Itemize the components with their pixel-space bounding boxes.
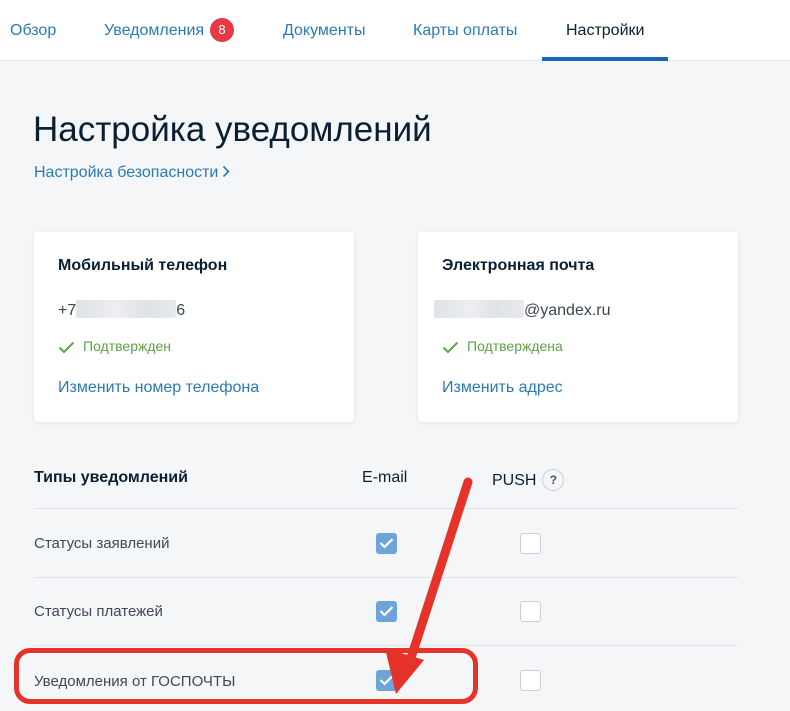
tab-notifications[interactable]: Уведомления 8 xyxy=(104,0,235,61)
redacted-email xyxy=(434,300,524,318)
tab-overview-label: Обзор xyxy=(10,22,57,39)
header-notification-types: Типы уведомлений xyxy=(34,469,188,486)
email-card: Электронная почта @yandex.ru Подтвержден… xyxy=(418,232,738,422)
header-email: E-mail xyxy=(362,469,408,486)
redacted-phone xyxy=(76,300,177,318)
tab-settings-label: Настройки xyxy=(566,22,645,39)
checkbox-email-payment-status[interactable] xyxy=(376,601,397,622)
question-icon[interactable]: ? xyxy=(542,469,565,491)
email-status: Подтверждена xyxy=(442,338,563,354)
header-push-label: PUSH xyxy=(492,472,537,489)
email-status-text: Подтверждена xyxy=(467,338,563,354)
top-navigation: Обзор Уведомления 8 Документы Карты оплат… xyxy=(0,0,790,61)
checkbox-push-gospochta[interactable] xyxy=(520,670,541,691)
checkbox-email-application-status[interactable] xyxy=(376,533,397,554)
change-phone-link[interactable]: Изменить номер телефона xyxy=(58,379,259,397)
email-suffix: @yandex.ru xyxy=(524,302,611,319)
tab-payment-cards-label: Карты оплаты xyxy=(413,22,518,39)
tab-documents[interactable]: Документы xyxy=(283,0,365,61)
phone-prefix: +7 xyxy=(58,302,77,319)
row-label-payment-status: Статусы платежей xyxy=(34,603,163,620)
security-settings-link[interactable]: Настройка безопасности xyxy=(34,164,230,182)
annotation-highlight xyxy=(14,648,478,704)
phone-number: +7 6 xyxy=(58,300,185,320)
row-divider xyxy=(34,577,738,578)
checkmark-icon xyxy=(379,606,394,617)
email-address: @yandex.ru xyxy=(434,300,611,320)
notifications-count-badge: 8 xyxy=(210,18,235,42)
active-tab-indicator xyxy=(542,57,668,61)
security-settings-label: Настройка безопасности xyxy=(34,164,219,181)
phone-card-title: Мобильный телефон xyxy=(58,257,228,274)
row-label-application-status: Статусы заявлений xyxy=(34,535,170,552)
tab-overview[interactable]: Обзор xyxy=(10,0,56,61)
checkbox-push-application-status[interactable] xyxy=(520,533,541,554)
tab-documents-label: Документы xyxy=(283,22,366,39)
tab-notifications-label: Уведомления xyxy=(104,22,205,39)
tab-settings[interactable]: Настройки xyxy=(566,0,644,61)
checkmark-icon xyxy=(379,538,394,549)
row-divider xyxy=(34,508,738,509)
page-title: Настройка уведомлений xyxy=(33,110,432,149)
phone-status-text: Подтвержден xyxy=(83,338,172,354)
phone-suffix: 6 xyxy=(176,302,186,319)
checkbox-push-payment-status[interactable] xyxy=(520,601,541,622)
phone-status: Подтвержден xyxy=(58,338,171,354)
chevron-right-icon xyxy=(223,165,230,178)
phone-card: Мобильный телефон +7 6 Подтвержден Измени… xyxy=(34,232,354,422)
header-push: PUSH? xyxy=(492,469,565,491)
change-email-link[interactable]: Изменить адрес xyxy=(442,379,563,397)
email-card-title: Электронная почта xyxy=(442,257,595,274)
row-divider xyxy=(34,645,738,646)
checkmark-icon xyxy=(442,341,459,354)
checkmark-icon xyxy=(58,341,75,354)
tab-payment-cards[interactable]: Карты оплаты xyxy=(413,0,517,61)
